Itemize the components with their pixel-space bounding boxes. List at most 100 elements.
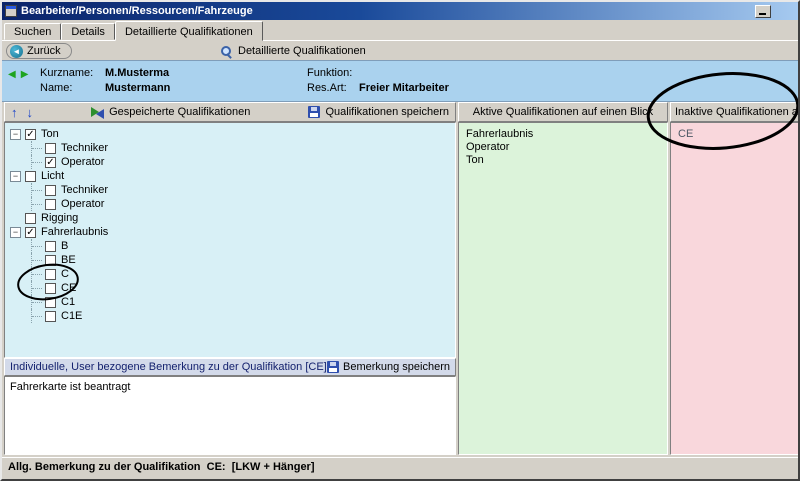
checkbox-c1e[interactable] [45,310,56,322]
tab-details[interactable]: Details [61,23,115,40]
tree-item-licht[interactable]: − Licht [5,169,455,183]
tree-connector [31,295,43,309]
back-arrow-glyph: ◄ [12,46,21,56]
checkbox-be[interactable] [45,254,56,266]
tree-connector [31,141,43,155]
inactive-qualifications-header: Inaktive Qualifikationen au [670,102,798,122]
check-icon: ✓ [26,226,35,238]
checkbox-ce[interactable] [45,282,56,294]
tree-connector [31,197,43,211]
checkbox-rigging[interactable] [25,212,36,224]
tree-item-label: B [61,240,69,252]
tree-connector [31,267,43,281]
checkbox-licht-operator[interactable] [45,198,56,210]
tree-connector [31,239,43,253]
checkbox-licht-techniker[interactable] [45,184,56,196]
tree-item-licht-operator[interactable]: Operator [5,197,455,211]
tree-item-b[interactable]: B [5,239,455,253]
saved-qualifications-icon [91,106,105,119]
checkbox-ton-operator[interactable]: ✓ [45,156,56,168]
tree-item-ce[interactable]: CE [5,281,455,295]
section-title: Detaillierte Qualifikationen [220,43,366,59]
checkbox-c1[interactable] [45,296,56,308]
funktion-value [359,67,449,79]
tree-item-label: BE [61,254,76,266]
inactive-qualifications-list: CE [670,122,798,455]
tree-item-label: C1 [61,296,76,308]
active-qualification-item: Fahrerlaubnis [466,128,534,140]
active-qualifications-list: Fahrerlaubnis Operator Ton [458,122,668,455]
funktion-label: Funktion: [307,67,353,79]
tree-item-label: Operator [61,156,105,168]
tree-connector [31,309,43,323]
remark-header-bar: Individuelle, User bezogene Bemerkung zu… [4,358,456,376]
tree-connector [31,183,43,197]
tree-item-label: C [61,268,69,280]
tree-item-c[interactable]: C [5,267,455,281]
qualification-tree: − ✓ Ton Techniker ✓ Operator − Licht Tec… [4,122,456,358]
tree-item-label: Rigging [41,212,79,224]
tab-bar: Suchen Details Detaillierte Qualifikatio… [2,20,798,41]
tree-item-label: C1E [61,310,83,322]
titlebar: Bearbeiter/Personen/Ressourcen/Fahrzeuge [2,2,798,20]
remark-header-title: Individuelle, User bezogene Bemerkung zu… [10,361,327,373]
name-value: Mustermann [105,82,171,94]
tree-connector [31,155,43,169]
tab-suchen[interactable]: Suchen [4,23,62,40]
tree-item-rigging[interactable]: Rigging [5,211,455,225]
tree-item-c1[interactable]: C1 [5,295,455,309]
tree-item-ton[interactable]: − ✓ Ton [5,127,455,141]
save-remark-icon [326,361,339,373]
active-qualification-item: Operator [466,141,510,153]
collapse-icon[interactable]: − [10,170,21,182]
section-title-label: Detaillierte Qualifikationen [238,45,366,57]
checkbox-c[interactable] [45,268,56,280]
save-qualifications-button[interactable]: Qualifikationen speichern [308,106,449,118]
back-arrow-icon: ◄ [10,44,23,58]
remark-text-area[interactable]: Fahrerkarte ist beantragt [4,376,456,455]
minimize-button[interactable] [755,4,771,18]
saved-qualifications-button[interactable]: Gespeicherte Qualifikationen [91,106,250,119]
back-button-label: Zurück [27,45,61,57]
checkbox-ton-techniker[interactable] [45,142,56,154]
tree-item-be[interactable]: BE [5,253,455,267]
checkbox-fahrerlaubnis[interactable]: ✓ [25,226,36,238]
tree-item-label: Licht [41,170,65,182]
reorder-arrows: ↑ ↓ [11,106,33,119]
tree-item-c1e[interactable]: C1E [5,309,455,323]
save-remark-button[interactable]: Bemerkung speichern [326,361,450,373]
check-icon: ✓ [26,128,35,140]
app-icon [5,5,17,17]
resart-label: Res.Art: [307,82,347,94]
back-button[interactable]: ◄ Zurück [6,43,72,59]
app-window: Bearbeiter/Personen/Ressourcen/Fahrzeuge… [0,0,800,481]
person-info-panel: ◀ ▶ Kurzname: M.Musterma Funktion: Name:… [2,60,798,102]
check-icon: ✓ [46,156,55,168]
collapse-icon[interactable]: − [10,226,21,238]
status-bar-text: Allg. Bemerkung zu der Qualifikation CE:… [8,460,315,473]
resart-value: Freier Mitarbeiter [359,82,449,94]
move-down-button[interactable]: ↓ [27,106,34,119]
active-qualifications-header: Aktive Qualifikationen auf einen Blick [458,102,668,122]
tree-item-licht-techniker[interactable]: Techniker [5,183,455,197]
status-bar: Allg. Bemerkung zu der Qualifikation CE:… [2,457,798,475]
kurzname-label: Kurzname: [40,67,94,79]
checkbox-ton[interactable]: ✓ [25,128,36,140]
tree-item-ton-operator[interactable]: ✓ Operator [5,155,455,169]
move-up-button[interactable]: ↑ [11,106,18,119]
checkbox-b[interactable] [45,240,56,252]
tree-item-fahrerlaubnis[interactable]: − ✓ Fahrerlaubnis [5,225,455,239]
tree-item-ton-techniker[interactable]: Techniker [5,141,455,155]
checkbox-licht[interactable] [25,170,36,182]
tree-connector [31,281,43,295]
collapse-icon[interactable]: − [10,128,21,140]
tree-item-label: Techniker [61,184,109,196]
tab-detaillierte-qualifikationen[interactable]: Detaillierte Qualifikationen [114,21,263,41]
window-title: Bearbeiter/Personen/Ressourcen/Fahrzeuge [21,5,253,17]
prev-person-button[interactable]: ◀ [8,69,16,81]
next-person-button[interactable]: ▶ [21,69,29,81]
tree-item-label: Operator [61,198,105,210]
qualifications-toolbar: ↑ ↓ Gespeicherte Qualifikationen Qualifi… [4,102,456,122]
save-qualifications-label: Qualifikationen speichern [325,106,449,118]
tree-item-label: Ton [41,128,59,140]
